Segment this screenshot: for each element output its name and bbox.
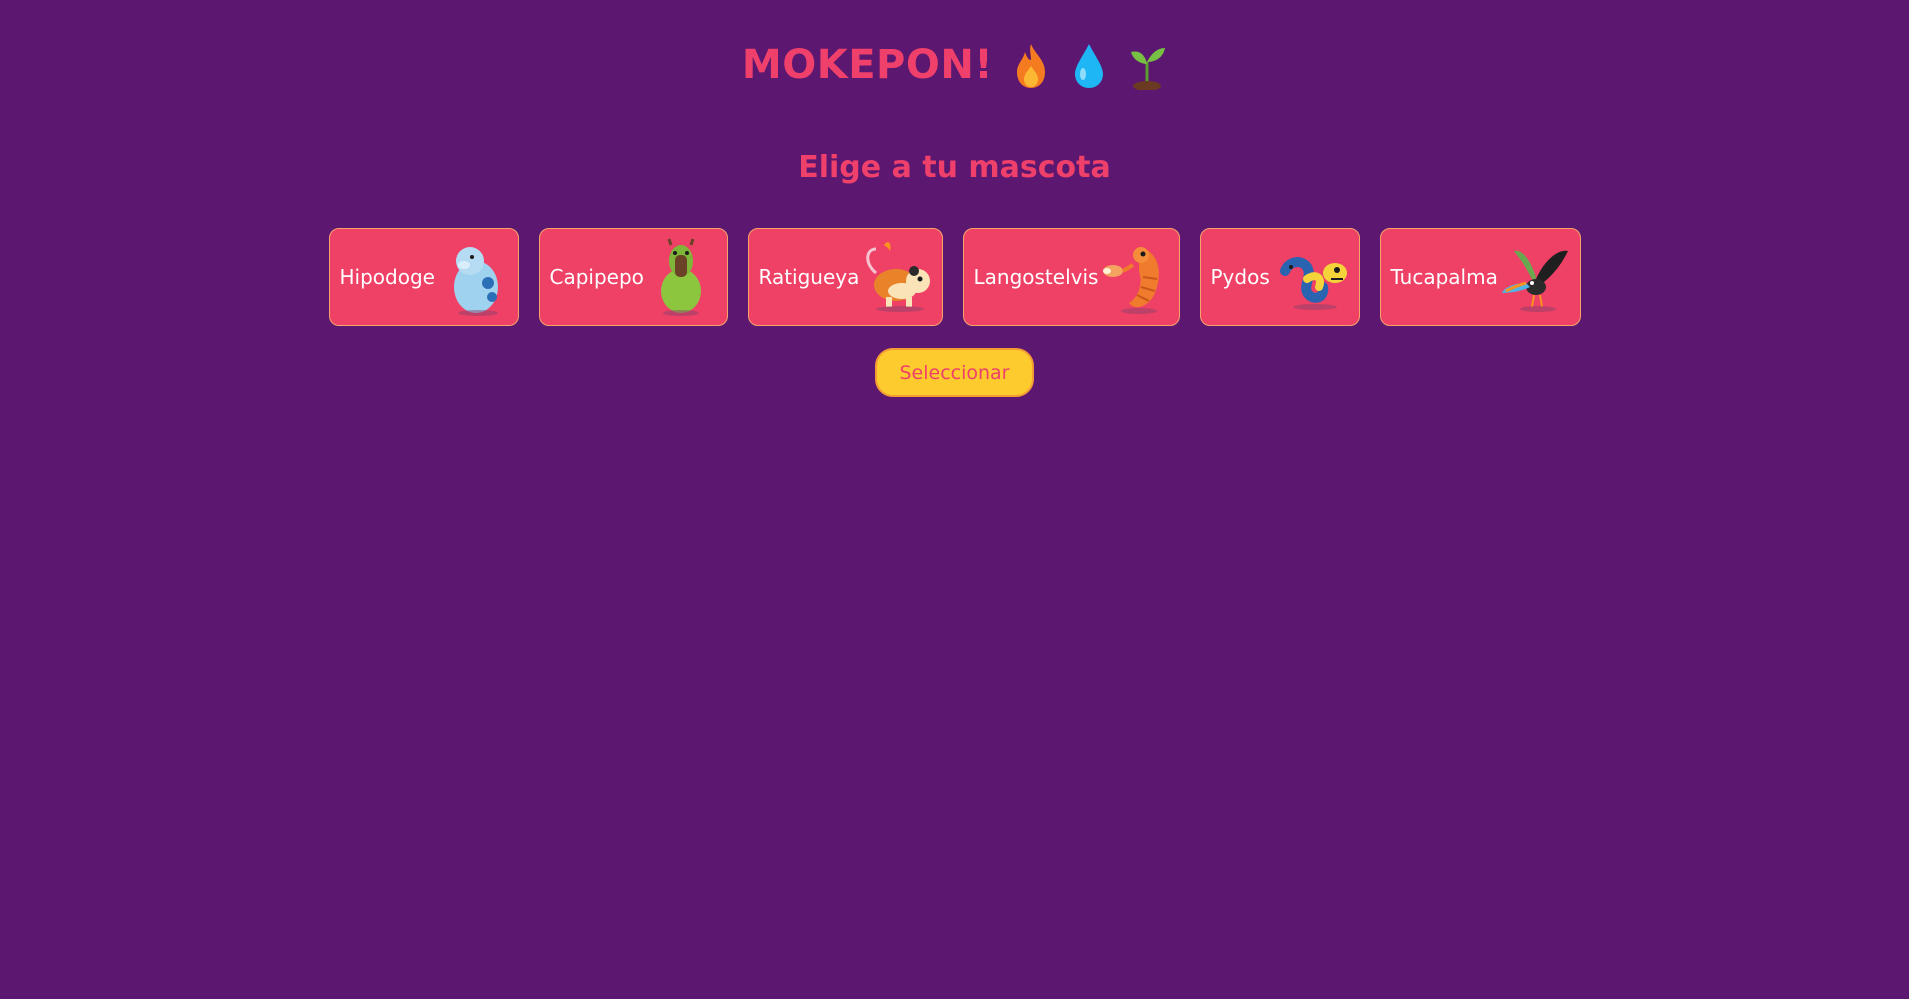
sprout-icon <box>1131 48 1166 90</box>
pet-name: Tucapalma <box>1390 265 1498 289</box>
title-row: MOKEPON! <box>0 40 1909 90</box>
page-title: MOKEPON! <box>741 42 994 88</box>
pet-card-langostelvis[interactable]: Langostelvis <box>962 228 1180 326</box>
pet-name: Capipepo <box>549 265 644 289</box>
mokepon-app: MOKEPON! Elige a tu mascota Hipodoge Cap… <box>0 0 1909 999</box>
pet-name: Langostelvis <box>973 265 1099 289</box>
pydos-icon <box>1279 257 1347 310</box>
select-pet-button[interactable]: Seleccionar <box>875 348 1034 397</box>
hipodoge-icon <box>453 247 498 316</box>
fire-icon <box>1017 44 1046 88</box>
pet-card-hipodoge[interactable]: Hipodoge <box>328 228 519 326</box>
pet-name: Pydos <box>1210 265 1270 289</box>
tucapalma-icon <box>1501 250 1568 312</box>
pet-card-capipepo[interactable]: Capipepo <box>538 228 728 326</box>
capipepo-icon <box>660 238 701 316</box>
pet-card-list: Hipodoge Capipepo Ratigueya Langostelvis… <box>0 228 1909 326</box>
langostelvis-icon <box>1102 247 1159 314</box>
choose-pet-heading: Elige a tu mascota <box>798 150 1111 185</box>
water-drop-icon <box>1075 44 1104 88</box>
pet-card-tucapalma[interactable]: Tucapalma <box>1379 228 1581 326</box>
pet-card-pydos[interactable]: Pydos <box>1199 228 1360 326</box>
pet-name: Ratigueya <box>758 265 860 289</box>
pet-name: Hipodoge <box>339 265 435 289</box>
ratigueya-icon <box>865 242 930 312</box>
pet-card-ratigueya[interactable]: Ratigueya <box>747 228 943 326</box>
